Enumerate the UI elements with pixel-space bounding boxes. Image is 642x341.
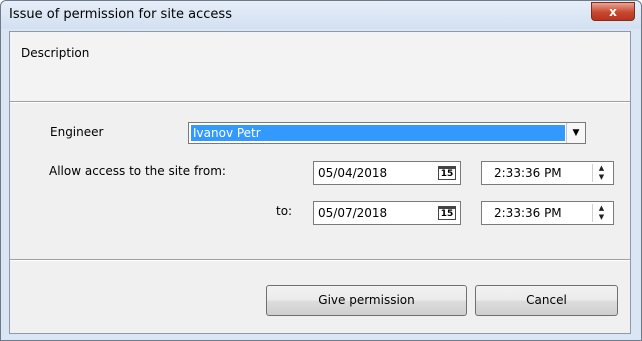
from-time-value: 2:33:36 PM (494, 166, 562, 180)
from-date-value: 05/04/2018 (318, 166, 388, 180)
spin-down-icon[interactable]: ▼ (593, 213, 610, 222)
calendar-icon[interactable]: 15 (438, 206, 456, 220)
to-time-spinner[interactable]: ▲ ▼ (592, 204, 610, 222)
calendar-icon[interactable]: 15 (438, 166, 456, 180)
access-from-label: Allow access to the site from: (49, 164, 226, 178)
engineer-label: Engineer (50, 125, 104, 139)
dialog-window: Issue of permission for site access x De… (0, 0, 642, 341)
description-label: Description (21, 46, 90, 60)
close-button[interactable]: x (591, 2, 635, 21)
chevron-down-icon[interactable]: ▼ (566, 123, 585, 143)
engineer-selected-value: Ivanov Petr (191, 125, 565, 141)
dialog-body: Description Engineer Ivanov Petr ▼ Allow… (9, 31, 631, 334)
to-time-value: 2:33:36 PM (494, 206, 562, 220)
spin-up-icon[interactable]: ▲ (593, 164, 610, 173)
access-to-label: to: (276, 204, 293, 218)
give-permission-button[interactable]: Give permission (266, 285, 467, 316)
from-time-spinner[interactable]: ▲ ▼ (592, 164, 610, 182)
window-title: Issue of permission for site access (9, 7, 232, 22)
description-panel: Description (10, 32, 630, 102)
spin-down-icon[interactable]: ▼ (593, 173, 610, 182)
to-date-value: 05/07/2018 (318, 206, 388, 220)
to-date-picker[interactable]: 05/07/2018 15 (313, 201, 461, 225)
engineer-dropdown[interactable]: Ivanov Petr ▼ (188, 122, 586, 144)
title-bar[interactable]: Issue of permission for site access x (1, 1, 641, 29)
cancel-button[interactable]: Cancel (475, 285, 618, 316)
to-time-picker[interactable]: 2:33:36 PM ▲ ▼ (481, 201, 614, 225)
spin-up-icon[interactable]: ▲ (593, 204, 610, 213)
from-time-picker[interactable]: 2:33:36 PM ▲ ▼ (481, 161, 614, 185)
from-date-picker[interactable]: 05/04/2018 15 (313, 161, 461, 185)
